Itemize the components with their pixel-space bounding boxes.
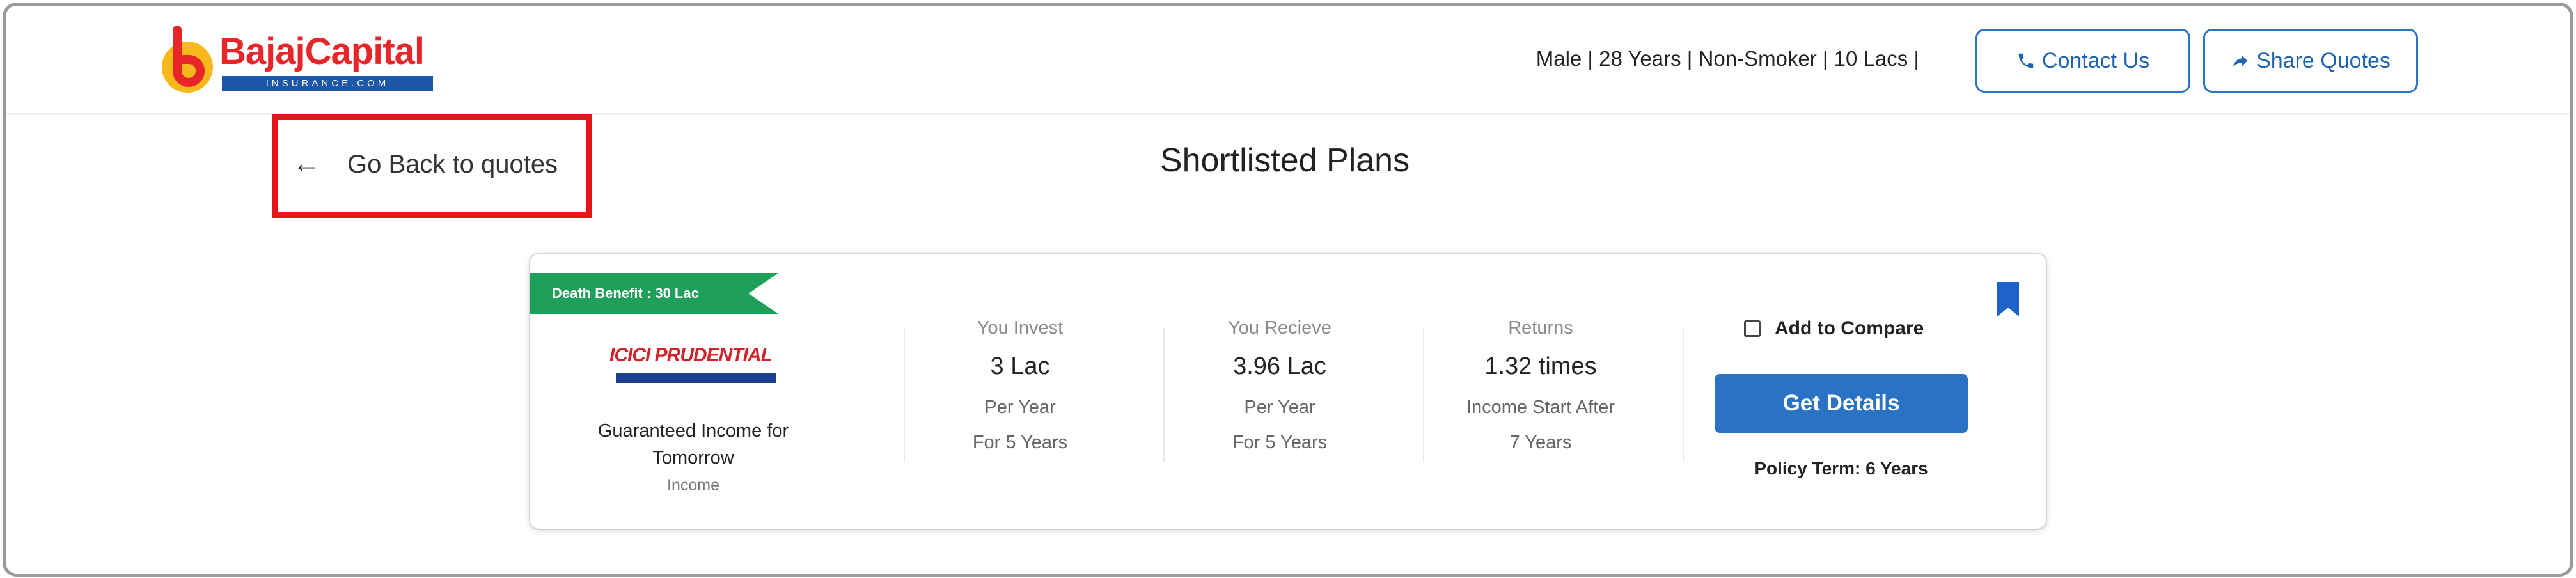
receive-frequency: Per Year xyxy=(1244,397,1315,418)
plan-name: Guaranteed Income for Tomorrow xyxy=(597,421,789,468)
contact-us-label: Contact Us xyxy=(2041,48,2150,73)
returns-label: Returns xyxy=(1508,318,1573,338)
returns-column: Returns 1.32 times Income Start After 7 … xyxy=(1413,318,1669,453)
receive-column: You Recieve 3.96 Lac Per Year For 5 Year… xyxy=(1152,318,1408,453)
invest-value: 3 Lac xyxy=(990,353,1050,380)
invest-frequency: Per Year xyxy=(984,397,1056,418)
page-title: Shortlisted Plans xyxy=(1159,142,1410,179)
policy-term: Policy Term: 6 Years xyxy=(1754,458,1928,478)
share-icon xyxy=(2233,55,2248,67)
contact-us-button[interactable]: Contact Us xyxy=(1975,29,2190,93)
brand-logo[interactable]: BajajCapital INSURANCE.COM xyxy=(158,24,439,100)
add-to-compare-label[interactable]: Add to Compare xyxy=(1775,318,1924,340)
receive-label: You Recieve xyxy=(1228,318,1331,338)
invest-duration: For 5 Years xyxy=(972,432,1068,453)
death-benefit-ribbon: Death Benefit : 30 Lac xyxy=(530,273,778,314)
phone-icon xyxy=(2018,53,2034,68)
returns-value: 1.32 times xyxy=(1484,353,1597,380)
plan-type: Income xyxy=(667,476,719,494)
column-divider xyxy=(1683,328,1684,462)
invest-label: You Invest xyxy=(977,318,1064,338)
add-to-compare-checkbox[interactable] xyxy=(1744,320,1761,337)
receive-duration: For 5 Years xyxy=(1232,432,1328,453)
brand-name: BajajCapital xyxy=(219,31,425,72)
app-frame: BajajCapital INSURANCE.COM Male | 28 Yea… xyxy=(3,3,2573,577)
get-details-button[interactable]: Get Details xyxy=(1715,374,1968,433)
brand-subtitle: INSURANCE.COM xyxy=(222,76,433,91)
logo-mark-icon xyxy=(162,26,213,93)
insurer-logo: ICICI PRUDENTIAL xyxy=(609,345,789,389)
income-start-label: Income Start After xyxy=(1466,397,1615,418)
share-quotes-label: Share Quotes xyxy=(2256,48,2391,73)
income-start-value: 7 Years xyxy=(1509,432,1572,453)
profile-summary: Male | 28 Years | Non-Smoker | 10 Lacs | xyxy=(1535,47,1919,70)
receive-value: 3.96 Lac xyxy=(1233,353,1326,380)
plan-card: Death Benefit : 30 Lac ICICI PRUDENTIAL … xyxy=(530,254,2046,529)
add-to-compare[interactable]: Add to Compare xyxy=(1744,318,1924,340)
top-header: BajajCapital INSURANCE.COM Male | 28 Yea… xyxy=(6,6,2570,115)
share-quotes-button[interactable]: Share Quotes xyxy=(2203,29,2418,93)
invest-column: You Invest 3 Lac Per Year For 5 Years xyxy=(892,318,1148,453)
bookmark-icon[interactable] xyxy=(1996,281,2020,318)
insurer-logo-text: ICICI PRUDENTIAL xyxy=(609,345,773,366)
insurer-logo-bar xyxy=(616,373,776,383)
back-arrow-icon[interactable]: ← xyxy=(292,148,320,180)
go-back-to-quotes-link[interactable]: Go Back to quotes xyxy=(347,150,558,179)
